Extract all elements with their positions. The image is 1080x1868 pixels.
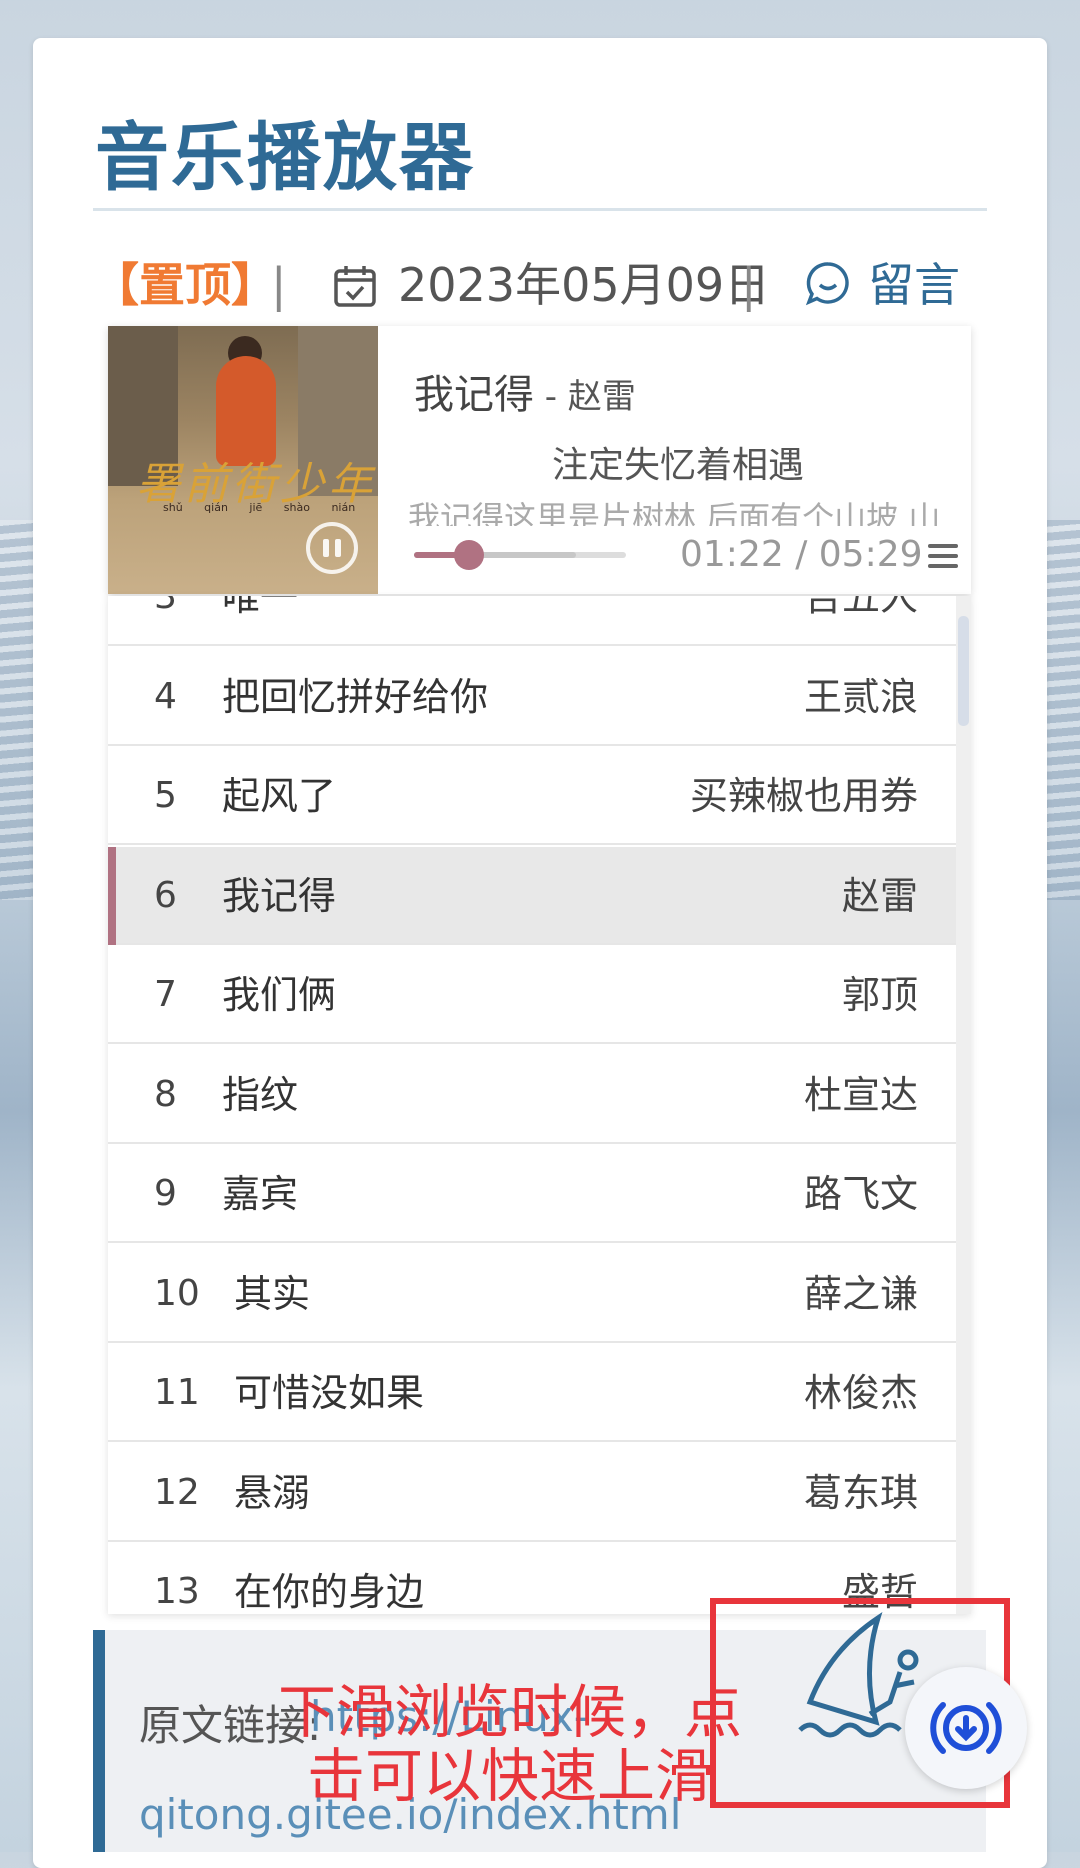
track-number: 5 [154,775,177,816]
track-singer: 路飞文 [803,1172,918,1216]
scroll-top-button[interactable] [905,1667,1027,1789]
title-divider [93,208,987,211]
music-player: 署前街少年 shǔ qián jiē shào nián 我记得 - 赵雷 注定… [108,326,971,594]
track-singer: 薛之谦 [803,1271,918,1316]
track-singer: 买辣椒也用券 [689,774,918,818]
meta-separator: | [271,258,287,312]
track-number: 9 [154,1173,177,1214]
track-number: 8 [154,1073,177,1115]
pause-icon [323,539,329,557]
track-name: 唯一 [222,596,299,619]
page-title: 音乐播放器 [95,115,475,201]
pinned-tag: 【置顶】 [93,258,277,312]
progress-knob[interactable] [454,540,485,570]
track-number: 4 [154,675,177,717]
playlist-row[interactable]: 10 其实 薛之谦 [108,1245,956,1343]
track-number: 13 [154,1571,200,1612]
song-name: 我记得 [414,372,534,418]
meta-separator: | [741,258,757,312]
track-name: 可惜没如果 [234,1371,425,1415]
track-number: 12 [154,1471,200,1513]
comment-icon[interactable] [805,260,851,306]
track-number: 11 [154,1372,200,1413]
track-singer: 郭顶 [841,973,918,1017]
cover-pinyin: shǔ qián jiē shào nián [163,501,356,514]
playlist-row[interactable]: 5 起风了 买辣椒也用券 [108,747,956,845]
track-name: 其实 [234,1271,311,1316]
track-number: 7 [154,974,177,1015]
track-singer: 杜宣达 [803,1072,918,1117]
menu-icon[interactable] [928,544,958,568]
playlist-row[interactable]: 11 可惜没如果 林俊杰 [108,1344,956,1442]
lyric-current: 注定失忆着相遇 [551,445,804,486]
track-name: 嘉宾 [222,1172,299,1216]
playlist-row[interactable]: 12 悬溺 葛东琪 [108,1444,956,1542]
track-singer: 王贰浪 [803,674,918,719]
playlist: 3 唯一 告五人 4 把回忆拼好给你 王贰浪 5 起风了 买辣椒也用券 6 我记得 赵雷 7 我们俩 郭顶 8… [108,596,971,1614]
track-number: 10 [154,1272,200,1314]
playlist-scrollbar[interactable] [956,596,971,1614]
track-name: 起风了 [222,774,337,818]
track-name: 悬溺 [234,1470,311,1515]
progress-bar[interactable] [414,540,626,570]
track-name: 我们俩 [222,973,337,1017]
playlist-row[interactable]: 6 我记得 赵雷 [108,846,956,945]
scrollbar-thumb[interactable] [958,616,969,726]
time-display: 01:22 / 05:29 [680,534,923,575]
post-date: 2023年05月09日 [398,258,771,312]
track-name: 指纹 [222,1072,299,1117]
annotation-text: 下滑浏览时候，点击可以快速上滑 [277,1678,742,1810]
active-indicator [108,846,116,945]
track-name: 在你的身边 [234,1570,425,1614]
track-name: 我记得 [222,873,337,918]
song-artist: - 赵雷 [534,377,636,417]
album-cover[interactable]: 署前街少年 shǔ qián jiē shào nián [108,326,378,594]
track-number: 3 [154,596,177,617]
track-singer: 赵雷 [841,873,918,918]
scroll-top-icon [930,1702,1002,1754]
playlist-row[interactable]: 9 嘉宾 路飞文 [108,1145,956,1243]
track-singer: 葛东琪 [803,1470,918,1515]
playlist-row[interactable]: 8 指纹 杜宣达 [108,1046,956,1144]
pause-button[interactable] [306,522,358,574]
playlist-row[interactable]: 3 唯一 告五人 [108,596,956,646]
now-playing-title: 我记得 - 赵雷 [414,362,636,420]
track-singer: 林俊杰 [803,1371,918,1415]
comment-link[interactable]: 留言 [868,250,960,320]
track-number: 6 [154,874,177,916]
playlist-row[interactable]: 4 把回忆拼好给你 王贰浪 [108,648,956,746]
track-singer: 告五人 [803,596,918,619]
track-name: 把回忆拼好给你 [222,674,489,719]
calendar-icon [334,266,376,307]
playlist-row[interactable]: 7 我们俩 郭顶 [108,946,956,1044]
post-meta: 【置顶】 | 2023年05月09日 | 留言 [93,250,993,320]
lyric-next: 我记得这里是片树林 后面有个山坡 山 [408,499,941,526]
